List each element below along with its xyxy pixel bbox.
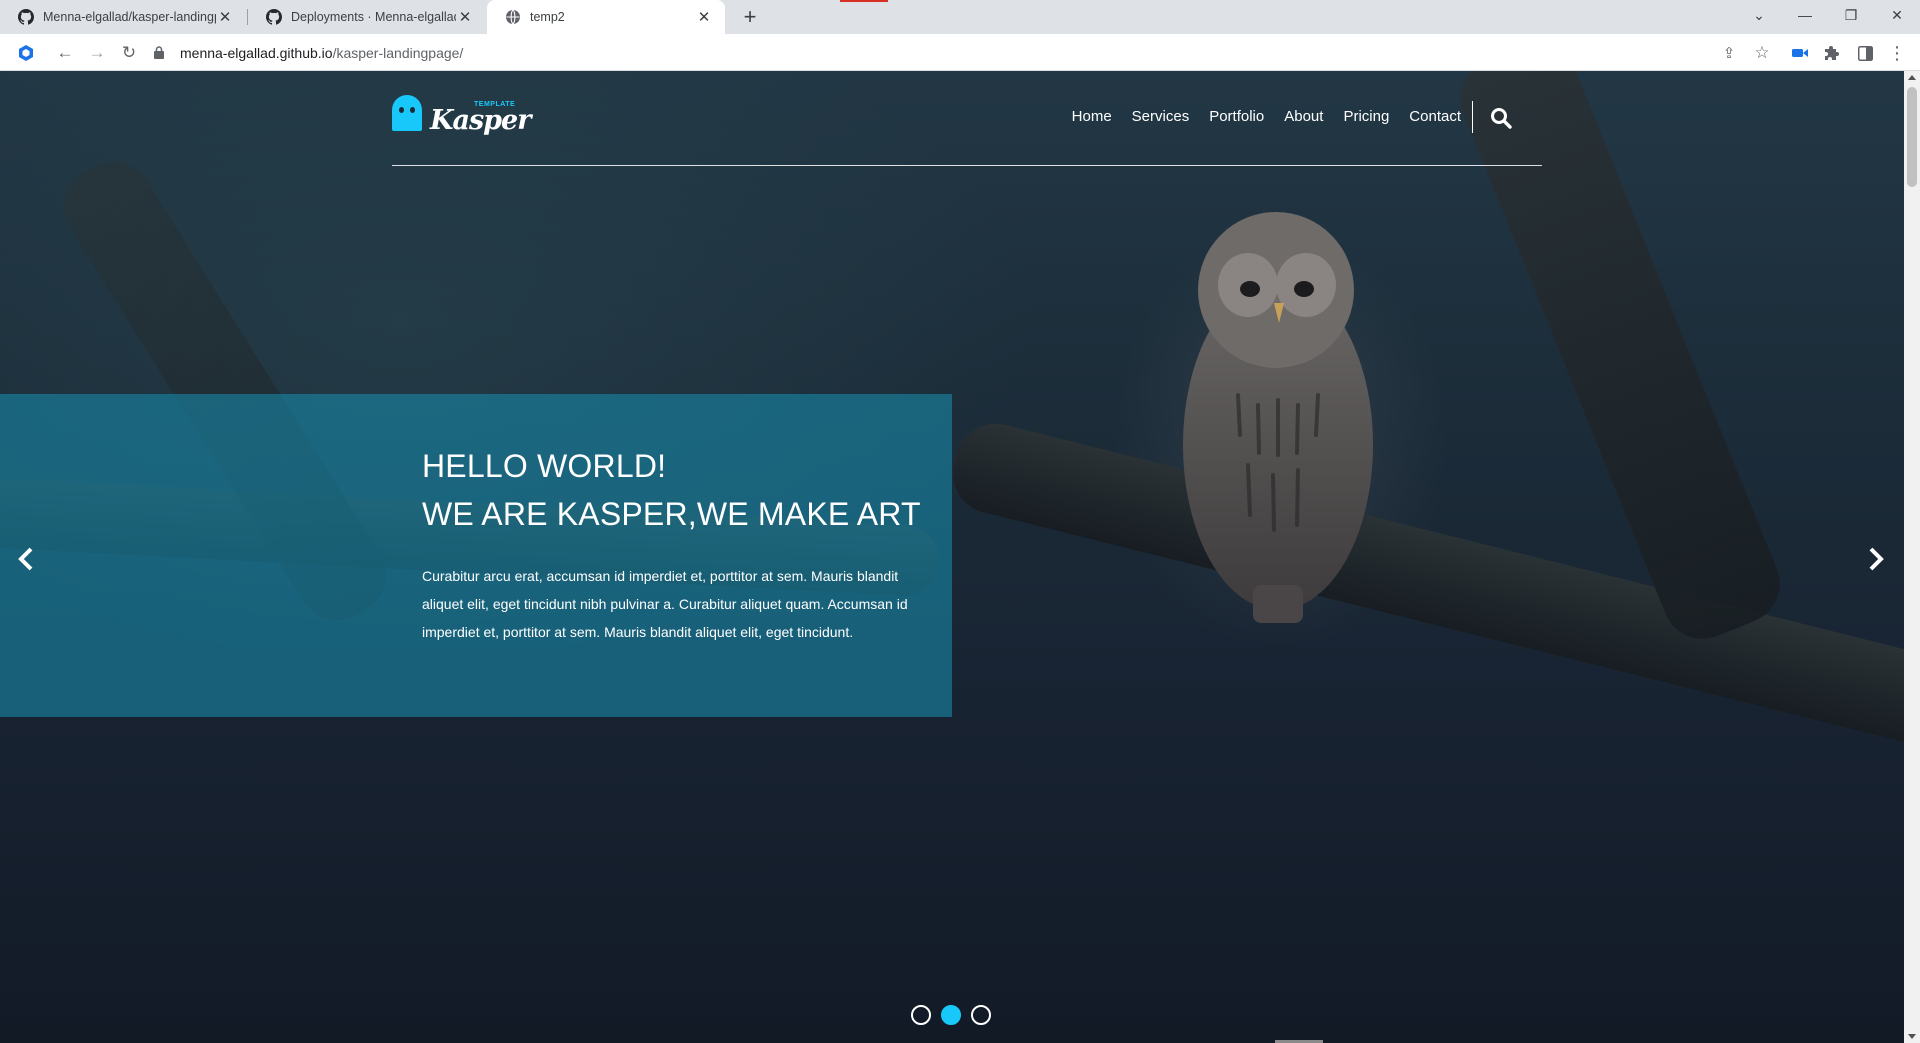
side-panel-icon[interactable]	[1852, 40, 1878, 66]
globe-icon	[506, 9, 520, 25]
search-icon[interactable]	[1490, 107, 1512, 129]
browser-extension-icon[interactable]	[13, 40, 39, 66]
slider-dots	[911, 1005, 1001, 1025]
slider-next-arrow[interactable]	[1864, 543, 1888, 575]
nav-home[interactable]: Home	[1072, 108, 1112, 125]
restore-button[interactable]: ❐	[1828, 0, 1874, 30]
url-host: menna-elgallad.github.io	[180, 44, 333, 61]
slider-dot-3[interactable]	[971, 1005, 991, 1025]
page-scrollbar[interactable]	[1904, 71, 1920, 1043]
landing-page: TEMPLATE Kasper Home Services Portfolio …	[0, 71, 1904, 1043]
github-icon	[18, 9, 34, 25]
browser-toolbar: ← → ↻ menna-elgallad.github.io/kasper-la…	[0, 34, 1920, 71]
ghost-logo-icon	[392, 95, 422, 131]
browser-tab-bar: Menna-elgallad/kasper-landingp ✕ Deploym…	[0, 0, 1920, 34]
camera-extension-icon[interactable]	[1787, 40, 1813, 66]
hero-heading: HELLO WORLD! WE ARE KASPER,WE MAKE ART	[422, 442, 921, 538]
forward-arrow-icon[interactable]: →	[84, 40, 110, 66]
slider-dot-1[interactable]	[911, 1005, 931, 1025]
scroll-up-arrow-icon[interactable]	[1908, 75, 1916, 80]
tab-title: Menna-elgallad/kasper-landingp	[43, 10, 216, 24]
hero-text: Curabitur arcu erat, accumsan id imperdi…	[422, 568, 908, 640]
reload-icon[interactable]: ↻	[116, 40, 142, 66]
address-bar[interactable]: menna-elgallad.github.io/kasper-landingp…	[152, 38, 1752, 67]
nav-contact[interactable]: Contact	[1409, 108, 1461, 125]
nav-services[interactable]: Services	[1132, 108, 1190, 125]
recording-indicator	[840, 0, 888, 2]
chevron-right-icon	[1869, 547, 1884, 571]
nav-about[interactable]: About	[1284, 108, 1323, 125]
nav-portfolio[interactable]: Portfolio	[1209, 108, 1264, 125]
kebab-menu-icon[interactable]: ⋮	[1884, 40, 1910, 66]
scrollbar-thumb[interactable]	[1907, 87, 1917, 187]
browser-tab-temp2[interactable]: temp2 ✕	[487, 0, 725, 34]
slider-dot-2[interactable]	[941, 1005, 961, 1025]
tab-title: temp2	[530, 10, 565, 24]
close-icon[interactable]: ✕	[216, 8, 234, 26]
back-arrow-icon[interactable]: ←	[52, 40, 78, 66]
minimize-button[interactable]: —	[1782, 0, 1828, 30]
owl-image	[1183, 212, 1373, 623]
nav-divider	[1472, 101, 1473, 133]
slider-prev-arrow[interactable]	[14, 543, 38, 575]
url-path: /kasper-landingpage/	[332, 44, 464, 61]
nav-pricing[interactable]: Pricing	[1343, 108, 1389, 125]
close-icon[interactable]: ✕	[456, 8, 474, 26]
scroll-down-arrow-icon[interactable]	[1908, 1034, 1916, 1039]
extensions-puzzle-icon[interactable]	[1820, 40, 1846, 66]
hero-heading-line2: WE ARE KASPER,WE MAKE ART	[422, 496, 921, 532]
main-nav: Home Services Portfolio About Pricing Co…	[1052, 108, 1461, 125]
lock-icon	[154, 46, 164, 59]
browser-tab-repo[interactable]: Menna-elgallad/kasper-landingp ✕	[0, 0, 246, 34]
chevron-left-icon	[18, 547, 33, 571]
browser-tab-deployments[interactable]: Deployments · Menna-elgallad/k ✕	[248, 0, 486, 34]
tab-title: Deployments · Menna-elgallad/k	[291, 10, 456, 24]
hero-box: HELLO WORLD! WE ARE KASPER,WE MAKE ART C…	[0, 394, 952, 717]
tab-search-icon[interactable]: ⌄	[1736, 0, 1782, 30]
share-icon[interactable]: ⇪	[1716, 40, 1742, 66]
header-underline	[392, 165, 1542, 166]
close-icon[interactable]: ✕	[695, 8, 713, 26]
new-tab-button[interactable]: +	[738, 4, 762, 29]
bookmark-star-icon[interactable]: ☆	[1749, 40, 1775, 66]
hero-heading-line1: HELLO WORLD!	[422, 448, 667, 484]
logo-wordmark: Kasper	[430, 105, 531, 136]
kasper-logo[interactable]: TEMPLATE Kasper	[392, 95, 531, 139]
github-icon	[266, 9, 282, 25]
close-window-button[interactable]: ✕	[1874, 0, 1920, 30]
